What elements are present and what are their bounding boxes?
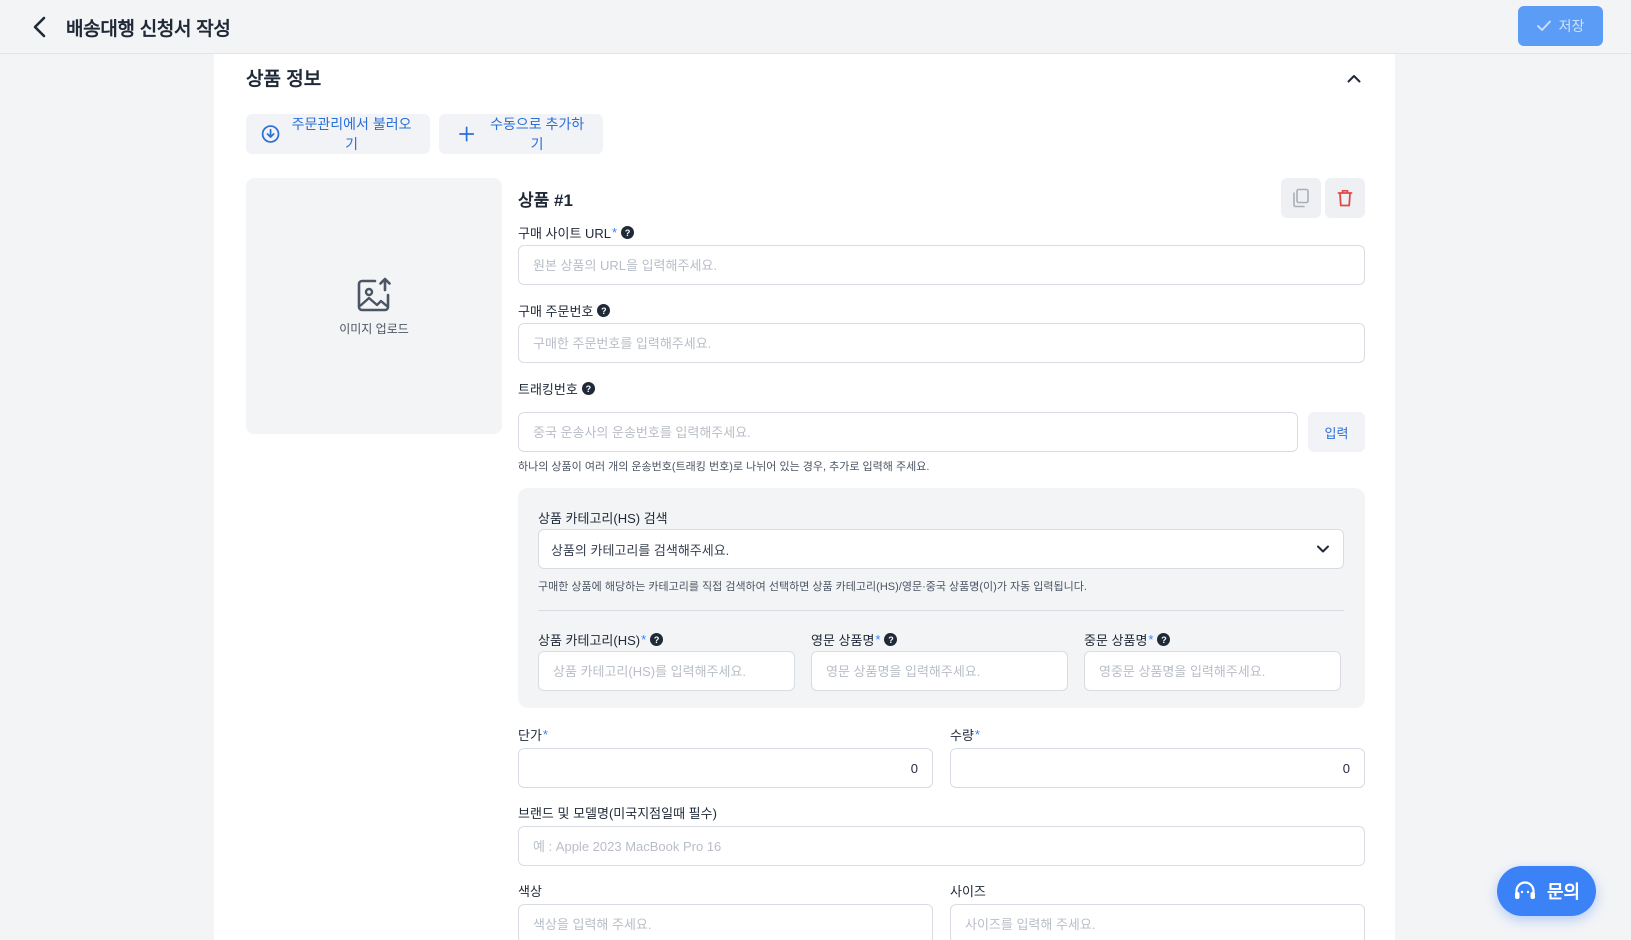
delete-product-button[interactable] — [1325, 178, 1365, 218]
chevron-up-icon — [1347, 74, 1361, 82]
copy-product-button[interactable] — [1281, 178, 1321, 218]
required-mark: * — [875, 632, 881, 647]
import-from-orders-button[interactable]: 주문관리에서 불러오기 — [246, 114, 430, 154]
download-circle-icon — [261, 125, 280, 143]
copy-icon — [1293, 188, 1309, 208]
tracking-hint: 하나의 상품이 여러 개의 운송번호(트래킹 번호)로 나뉘어 있는 경우, 추… — [518, 461, 930, 473]
plus-icon — [459, 126, 475, 142]
back-button[interactable] — [26, 13, 54, 41]
help-icon[interactable]: ? — [621, 226, 635, 239]
brand-input[interactable] — [518, 826, 1365, 866]
help-icon[interactable]: ? — [597, 304, 611, 317]
url-label: 구매 사이트 URL *? — [518, 223, 635, 242]
top-bar: 배송대행 신청서 작성 저장 — [0, 0, 1631, 54]
inquiry-button[interactable]: 문의 — [1497, 866, 1596, 916]
hs-category-label: 상품 카테고리(HS) *? — [538, 630, 664, 649]
chevron-down-icon — [1317, 545, 1329, 553]
tracking-input[interactable] — [518, 412, 1298, 452]
section-title: 상품 정보 — [246, 69, 322, 90]
url-input[interactable] — [518, 245, 1365, 285]
image-upload-icon — [357, 277, 391, 311]
order-number-label-text: 구매 주문번호 — [518, 304, 594, 319]
headset-icon — [1514, 881, 1535, 899]
page-title: 배송대행 신청서 작성 — [66, 19, 231, 40]
hs-search-placeholder: 상품의 카테고리를 검색해주세요. — [551, 542, 730, 558]
color-input[interactable] — [518, 904, 933, 940]
hs-search-hint: 구매한 상품에 해당하는 카테고리를 직접 검색하여 선택하면 상품 카테고리(… — [538, 581, 1087, 593]
order-number-input[interactable] — [518, 323, 1365, 363]
order-number-label: 구매 주문번호? — [518, 301, 611, 320]
save-button-label: 저장 — [1558, 18, 1585, 34]
trash-icon — [1337, 190, 1353, 207]
cn-name-input[interactable] — [1084, 651, 1341, 691]
product-info-card: 상품 정보 주문관리에서 불러오기 수동으로 추가하기 이미지 업로드 상품 #… — [214, 54, 1395, 940]
tracking-label-text: 트래킹번호 — [518, 382, 578, 397]
size-input[interactable] — [950, 904, 1365, 940]
tracking-label: 트래킹번호? — [518, 379, 595, 398]
cn-name-label-text: 중문 상품명 — [1084, 633, 1148, 648]
required-mark: * — [542, 727, 548, 742]
brand-label: 브랜드 및 모델명(미국지점일때 필수) — [518, 806, 717, 821]
required-mark: * — [641, 632, 647, 647]
hs-category-input[interactable] — [538, 651, 795, 691]
cn-name-label: 중문 상품명 *? — [1084, 630, 1171, 649]
hs-search-dropdown[interactable]: 상품의 카테고리를 검색해주세요. — [538, 529, 1344, 569]
quantity-label-text: 수량 — [950, 728, 974, 743]
check-icon — [1536, 20, 1551, 31]
image-upload-area[interactable]: 이미지 업로드 — [246, 178, 502, 434]
en-name-label: 영문 상품명 *? — [811, 630, 898, 649]
required-mark: * — [612, 225, 618, 240]
unit-price-input[interactable] — [518, 748, 933, 788]
divider — [538, 610, 1344, 611]
en-name-label-text: 영문 상품명 — [811, 633, 875, 648]
image-upload-label: 이미지 업로드 — [339, 321, 409, 336]
url-label-text: 구매 사이트 URL — [518, 226, 612, 241]
chevron-left-icon — [33, 16, 46, 38]
help-icon[interactable]: ? — [1157, 633, 1171, 646]
help-icon[interactable]: ? — [650, 633, 664, 646]
unit-price-label-text: 단가 — [518, 728, 542, 743]
quantity-label: 수량 * — [950, 725, 980, 744]
quantity-input[interactable] — [950, 748, 1365, 788]
save-button[interactable]: 저장 — [1518, 6, 1603, 46]
en-name-input[interactable] — [811, 651, 1068, 691]
hs-search-label: 상품 카테고리(HS) 검색 — [538, 511, 668, 526]
color-label: 색상 — [518, 884, 542, 899]
required-mark: * — [1148, 632, 1154, 647]
help-icon[interactable]: ? — [884, 633, 898, 646]
required-mark: * — [974, 727, 980, 742]
import-button-label: 주문관리에서 불러오기 — [291, 116, 412, 152]
product-title: 상품 #1 — [518, 191, 573, 210]
unit-price-label: 단가 * — [518, 725, 548, 744]
hs-category-label-text: 상품 카테고리(HS) — [538, 633, 641, 648]
collapse-button[interactable] — [1342, 66, 1366, 90]
manual-add-button[interactable]: 수동으로 추가하기 — [439, 114, 603, 154]
inquiry-label: 문의 — [1546, 882, 1581, 902]
size-label: 사이즈 — [950, 884, 986, 899]
tracking-enter-button[interactable]: 입력 — [1308, 412, 1365, 452]
help-icon[interactable]: ? — [581, 382, 595, 395]
manual-add-label: 수동으로 추가하기 — [490, 116, 585, 152]
hs-category-panel: 상품 카테고리(HS) 검색 상품의 카테고리를 검색해주세요. 구매한 상품에… — [518, 488, 1365, 708]
